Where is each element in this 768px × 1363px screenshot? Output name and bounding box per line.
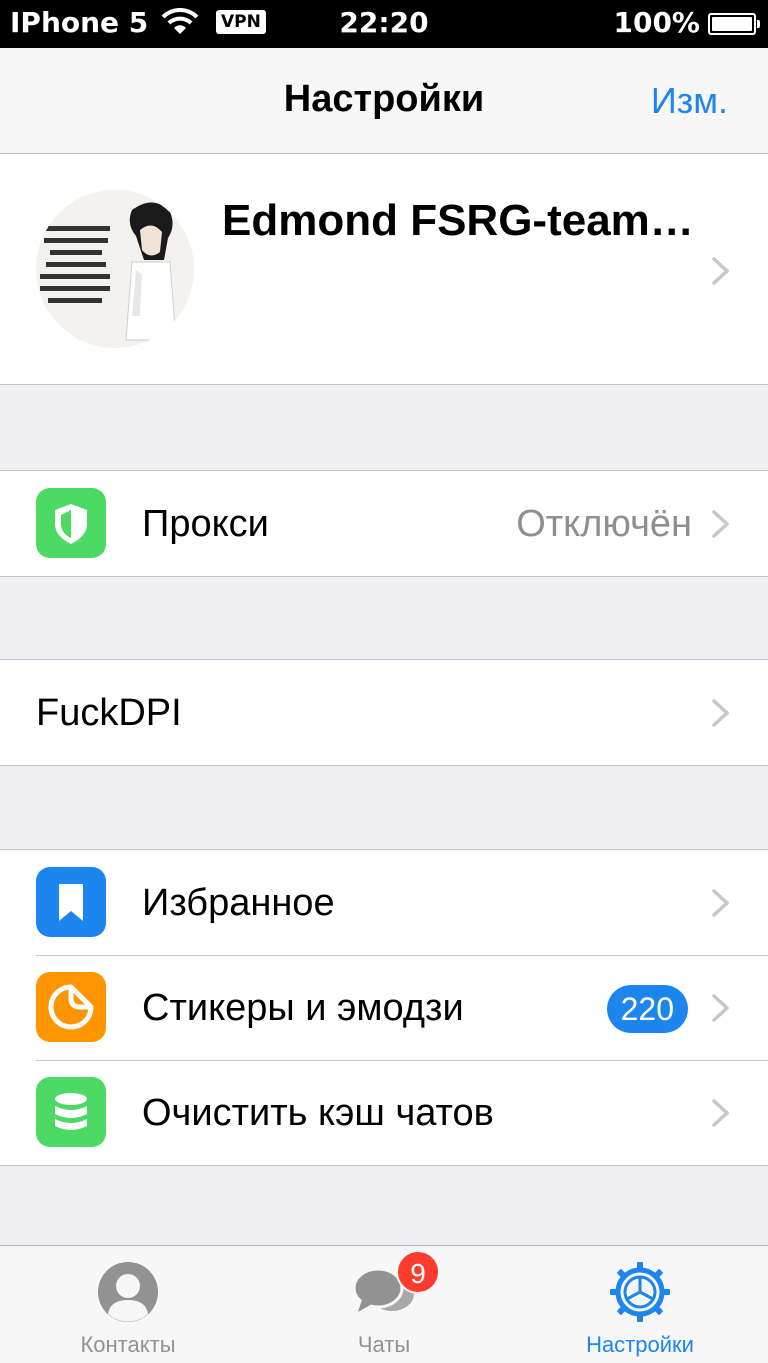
chevron-right-icon (710, 888, 732, 918)
database-icon (36, 1077, 106, 1147)
stickers-row[interactable]: Стикеры и эмодзи 220 (0, 955, 768, 1060)
shield-icon (36, 488, 106, 558)
avatar (36, 190, 194, 348)
favorites-row[interactable]: Избранное (0, 850, 768, 955)
chevron-right-icon (710, 509, 732, 539)
unread-chats-badge: 9 (396, 1250, 440, 1294)
tab-bar: Контакты Чаты 9 Настройки (0, 1245, 768, 1363)
profile-name: Edmond FSRG-team… (222, 196, 694, 245)
fuckdpi-row[interactable]: FuckDPI (0, 660, 768, 765)
settings-gear-icon (608, 1260, 672, 1324)
proxy-status: Отключён (516, 503, 692, 545)
chevron-right-icon (710, 1098, 732, 1128)
fuckdpi-label: FuckDPI (36, 692, 182, 734)
stickers-count-badge: 220 (606, 985, 688, 1033)
general-group: Избранное Стикеры и эмодзи 220 Очистить … (0, 849, 768, 1166)
tab-settings-label: Настройки (586, 1332, 694, 1357)
battery-percent: 100% (613, 6, 700, 39)
chevron-right-icon (710, 256, 732, 286)
proxy-group: Прокси Отключён (0, 470, 768, 577)
person-icon (96, 1260, 160, 1324)
proxy-label: Прокси (142, 503, 269, 545)
sticker-icon (36, 972, 106, 1042)
tab-settings[interactable]: Настройки (512, 1246, 768, 1363)
battery-icon (708, 13, 760, 35)
chevron-right-icon (710, 993, 732, 1023)
stickers-label: Стикеры и эмодзи (142, 987, 464, 1029)
edit-button[interactable]: Изм. (651, 80, 728, 122)
tab-contacts-label: Контакты (80, 1332, 176, 1357)
tab-chats[interactable]: Чаты (256, 1246, 512, 1363)
proxy-row[interactable]: Прокси Отключён (0, 471, 768, 576)
nav-bar: Настройки Изм. (0, 48, 768, 154)
profile-row[interactable]: Edmond FSRG-team… (0, 154, 768, 385)
favorites-label: Избранное (142, 882, 335, 924)
tab-chats-label: Чаты (357, 1332, 411, 1357)
chevron-right-icon (710, 698, 732, 728)
fuckdpi-group: FuckDPI (0, 659, 768, 766)
status-bar: IPhone 5 VPN 22:20 100% (0, 0, 768, 48)
clear-cache-row[interactable]: Очистить кэш чатов (0, 1060, 768, 1165)
bookmark-icon (36, 867, 106, 937)
clear-cache-label: Очистить кэш чатов (142, 1092, 494, 1134)
tab-contacts[interactable]: Контакты (0, 1246, 256, 1363)
